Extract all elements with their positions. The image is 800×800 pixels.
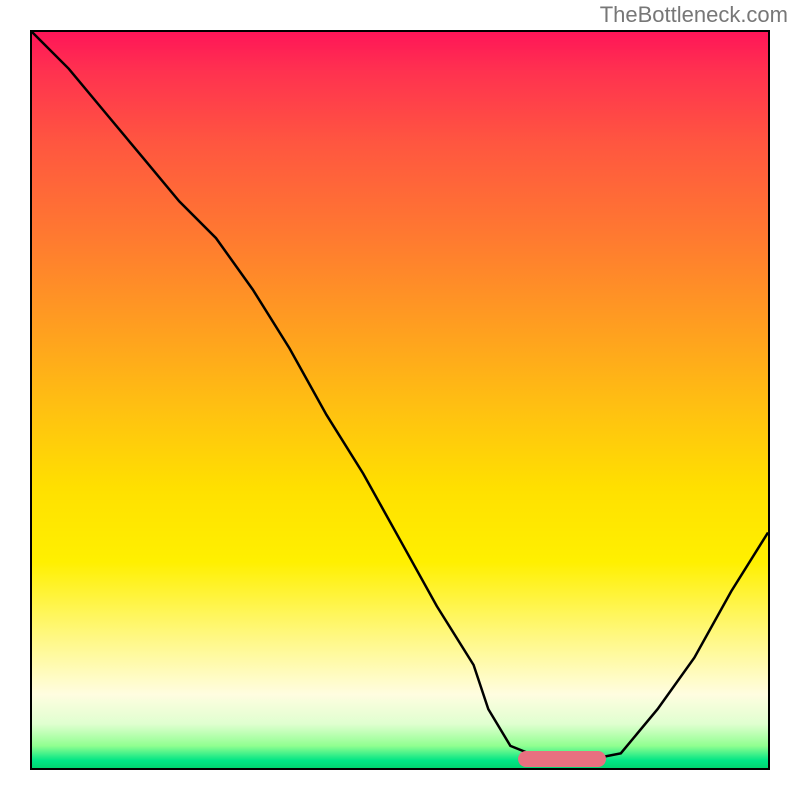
- chart-curve: [32, 32, 768, 768]
- watermark-text: TheBottleneck.com: [600, 2, 788, 28]
- chart-area: [30, 30, 770, 770]
- optimal-range-marker: [518, 751, 606, 767]
